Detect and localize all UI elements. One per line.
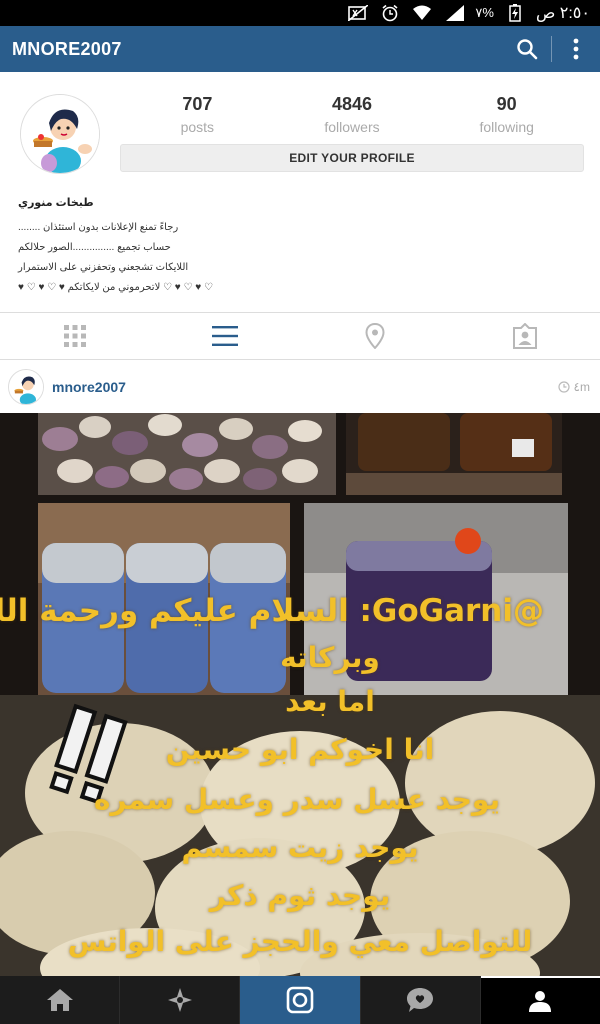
posts-stat[interactable]: 707 posts (120, 94, 275, 135)
post-timestamp: ٤m (557, 380, 600, 394)
following-label: following (479, 119, 534, 135)
nav-camera[interactable] (240, 976, 361, 1024)
overlay-line: للتواصل معي والحجز على الواتس (67, 925, 533, 958)
status-bar: ٧% ٢:٥٠ ص (0, 0, 600, 26)
home-icon (46, 989, 73, 1011)
overflow-menu-icon (573, 38, 579, 60)
overflow-menu-button[interactable] (552, 26, 600, 72)
overlay-line: وبركاته (280, 641, 380, 674)
followers-label: followers (324, 119, 380, 135)
post-photo[interactable]: @GoGarni: السلام عليكم ورحمة الله وبركات… (0, 413, 600, 976)
camera-icon (286, 986, 314, 1014)
alarm-icon (379, 4, 401, 22)
wifi-icon (411, 5, 433, 21)
tab-photo-map[interactable] (300, 313, 450, 359)
chef-avatar-illustration (21, 95, 99, 173)
bio-line: اللايكات تشجعني وتحفزني على الاستمرار (18, 262, 189, 273)
post-header: mnore2007 ٤m (0, 361, 600, 413)
following-count: 90 (496, 94, 517, 114)
list-icon (212, 326, 238, 346)
chef-avatar-illustration (9, 370, 43, 404)
tagged-person-icon (513, 323, 537, 349)
battery-level: ٧% (475, 5, 494, 20)
profile-full-name: طبخات منوري (18, 197, 94, 209)
heart-bubble-icon (407, 988, 434, 1012)
followers-count: 4846 (331, 94, 373, 114)
nav-profile[interactable] (480, 976, 600, 1024)
bio-line: رجاءً تمنع الإعلانات بدون استئذان ......… (18, 222, 179, 233)
profile-bio: رجاءً تمنع الإعلانات بدون استئذان ......… (18, 218, 298, 298)
signal-icon (443, 5, 465, 21)
post-time-text: ٤m (573, 380, 590, 394)
tab-grid-view[interactable] (0, 313, 150, 359)
bottom-navigation (0, 976, 600, 1024)
posts-count: 707 (182, 94, 213, 114)
overlay-line: يوجد ثوم ذكر (209, 879, 391, 912)
tab-list-view[interactable] (150, 313, 300, 359)
action-bar: MNORE2007 (0, 26, 600, 72)
profile-avatar[interactable] (20, 94, 100, 174)
following-stat[interactable]: 90 following (429, 94, 584, 135)
clock-icon (557, 381, 570, 393)
nav-home[interactable] (0, 976, 121, 1024)
post-author-avatar[interactable] (8, 369, 44, 405)
post-author-username[interactable]: mnore2007 (52, 379, 558, 395)
bio-line: حساب تجميع ...............الصور حلالكم (18, 242, 171, 253)
profile-view-tabs (0, 312, 600, 360)
nav-explore[interactable] (120, 976, 241, 1024)
search-icon (517, 39, 538, 60)
profile-stats: 707 posts 4846 followers 90 following (120, 94, 584, 135)
profile-header: 707 posts 4846 followers 90 following ED… (0, 72, 600, 312)
overlay-line: يوجد عسل سدر وعسل سمره (93, 783, 500, 816)
nav-news[interactable] (361, 976, 481, 1024)
bio-line: ♡ ♥ ♡ ♥ ♡ لاتحرموني من لايكاتكم ♥ ♡ ♥ ♡ … (18, 282, 213, 293)
explore-star-icon (167, 988, 192, 1012)
search-button[interactable] (503, 26, 551, 72)
clock-time: ٢:٥٠ ص (535, 5, 590, 22)
overlay-line: انا اخوكم ابو حسين (165, 733, 435, 766)
posts-label: posts (180, 119, 215, 135)
tab-photos-of-you[interactable] (450, 313, 600, 359)
mute-icon (347, 5, 369, 21)
edit-profile-button[interactable]: EDIT YOUR PROFILE (120, 144, 584, 172)
battery-charging-icon (504, 4, 526, 22)
grid-icon (64, 325, 86, 347)
followers-stat[interactable]: 4846 followers (275, 94, 430, 135)
profile-username-title: MNORE2007 (12, 38, 122, 59)
overlay-line: @GoGarni: السلام عليكم ورحمة الله (0, 593, 544, 629)
person-icon (529, 991, 552, 1012)
overlay-line: يوجد زيت سمسم (181, 831, 419, 864)
overlay-line: اما بعد (285, 685, 375, 718)
location-pin-icon (365, 323, 385, 349)
